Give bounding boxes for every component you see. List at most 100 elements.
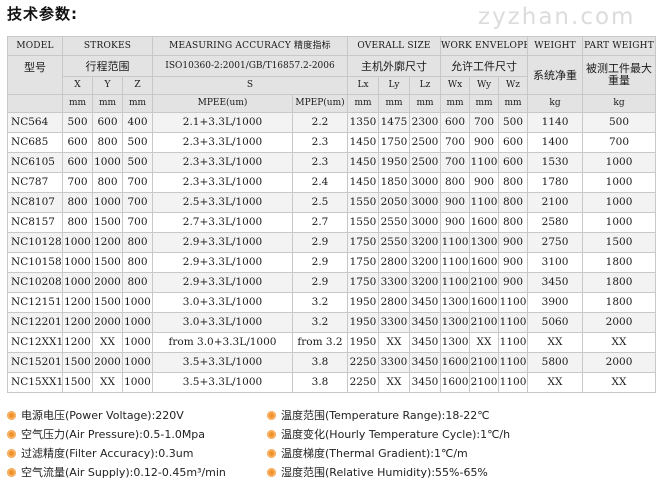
cell-model: NC10128 (7, 232, 63, 253)
cell-x: 500 (62, 112, 93, 133)
bullet-icon (267, 449, 276, 458)
cell-model: NC12XX10 (7, 332, 63, 353)
cell-mpee: 2.5+3.3L/1000 (152, 192, 293, 213)
cell-x: 600 (62, 132, 93, 153)
cell-y: 2000 (92, 272, 123, 293)
cell-wx: 900 (440, 212, 471, 233)
cell-weight: 3100 (527, 252, 584, 273)
note-item: 电源电压(Power Voltage):220V (7, 406, 267, 425)
cell-mpee: 3.0+3.3L/1000 (152, 312, 293, 333)
cell-weight: 1400 (527, 132, 584, 153)
cell-model: NC8107 (7, 192, 63, 213)
table-row: NC685 600 800 500 2.3+3.3L/1000 2.3 1450 1750 25… (7, 132, 657, 153)
note-text: 空气流量(Air Supply):0.12-0.45m³/min (21, 466, 226, 479)
cell-wy: 1100 (469, 192, 500, 213)
cell-lx: 2250 (347, 352, 379, 373)
cell-lx: 2250 (347, 372, 379, 393)
cell-part: 2000 (582, 352, 657, 373)
cell-model: NC787 (7, 172, 63, 193)
header-s: S (152, 76, 348, 95)
cell-model: NC15XX10 (7, 372, 63, 393)
cell-wy: 2100 (469, 312, 500, 333)
header-x: X (62, 76, 93, 95)
cell-y: 800 (92, 172, 123, 193)
cell-wx: 700 (440, 152, 471, 173)
cell-weight: XX (527, 372, 584, 393)
cell-wz: 800 (498, 212, 529, 233)
cell-lx: 1750 (347, 272, 379, 293)
cell-mpee: 2.7+3.3L/1000 (152, 212, 293, 233)
cell-z: 1000 (122, 332, 153, 353)
cell-wx: 1100 (440, 252, 471, 273)
cell-wz: 900 (498, 272, 529, 293)
cell-lx: 1550 (347, 192, 379, 213)
note-item: 过滤精度(Filter Accuracy):0.3um (7, 444, 267, 463)
cell-x: 1500 (62, 352, 93, 373)
cell-wz: 800 (498, 192, 529, 213)
cell-mpee: 2.9+3.3L/1000 (152, 252, 293, 273)
cell-z: 400 (122, 112, 153, 133)
page-title: 技术参数: (7, 5, 78, 23)
header-model-zh: 型号 (7, 55, 63, 95)
header-accuracy: MEASURING ACCURACY 精度指标 (152, 36, 348, 56)
note-text: 湿度范围(Relative Humidity):55%-65% (281, 466, 488, 479)
cell-wx: 1300 (440, 312, 471, 333)
header-work-envelope: WORK ENVELOPE (440, 36, 529, 56)
cell-z: 700 (122, 172, 153, 193)
cell-y: 1500 (92, 252, 123, 273)
cell-wy: 1100 (469, 152, 500, 173)
cell-mpep: 2.9 (292, 252, 348, 273)
cell-ly: 3300 (378, 352, 410, 373)
table-row: NC10158 1000 1500 800 2.9+3.3L/1000 2.9 1750 28… (7, 252, 657, 273)
cell-part: 1000 (582, 192, 657, 213)
cell-x: 1200 (62, 312, 93, 333)
cell-model: NC10158 (7, 252, 63, 273)
table-row: NC15XX101500XX10003.5+3.3L/10003.82250XX… (7, 372, 657, 393)
bullet-icon (267, 430, 276, 439)
header-y: Y (92, 76, 123, 95)
spec-table: MODEL STROKES MEASURING ACCURACY 精度指标 OV… (7, 36, 657, 393)
cell-wz: 800 (498, 172, 529, 193)
unit-part-weight: kg (582, 94, 657, 113)
cell-ly: 2550 (378, 232, 410, 253)
note-text: 温度范围(Temperature Range):18-22℃ (281, 409, 490, 422)
cell-lz: 3200 (408, 252, 442, 273)
cell-x: 800 (62, 192, 93, 213)
cell-mpee: 3.5+3.3L/1000 (152, 352, 293, 373)
note-text: 温度变化(Hourly Temperature Cycle):1℃/h (281, 428, 511, 441)
cell-part: XX (582, 332, 657, 353)
cell-mpep: 2.9 (292, 272, 348, 293)
cell-y: XX (92, 332, 123, 353)
table-row: NC10128 1000 1200 800 2.9+3.3L/1000 2.9 1750 25… (7, 232, 657, 253)
header-wx: Wx (440, 76, 471, 95)
cell-mpep: 3.8 (292, 352, 348, 373)
table-row: NC12XX101200XX1000from 3.0+3.3L/1000from… (7, 332, 657, 353)
cell-part: 1800 (582, 252, 657, 273)
header-part-weight: PART WEIGHT (582, 36, 657, 56)
unit-mpee: MPEE(um) (152, 94, 293, 113)
cell-wy: 1600 (469, 252, 500, 273)
cell-lx: 1950 (347, 312, 379, 333)
cell-wx: 600 (440, 112, 471, 133)
cell-ly: 1750 (378, 132, 410, 153)
cell-lx: 1550 (347, 212, 379, 233)
cell-weight: 1140 (527, 112, 584, 133)
cell-x: 1000 (62, 272, 93, 293)
cell-weight: 1530 (527, 152, 584, 173)
header-part-weight-zh: 被测工件最大重量 (582, 55, 657, 95)
cell-lz: 3450 (408, 352, 442, 373)
header-strokes-zh: 行程范围 (62, 55, 153, 77)
cell-lz: 3450 (408, 292, 442, 313)
cell-weight: 3450 (527, 272, 584, 293)
cell-mpep: 2.2 (292, 112, 348, 133)
cell-wx: 900 (440, 192, 471, 213)
unit-x: mm (62, 94, 93, 113)
note-text: 电源电压(Power Voltage):220V (21, 409, 184, 422)
cell-x: 1500 (62, 372, 93, 393)
cell-lz: 3450 (408, 372, 442, 393)
cell-y: 1000 (92, 192, 123, 213)
header-work-envelope-zh: 允许工件尺寸 (440, 55, 529, 77)
unit-weight: kg (527, 94, 584, 113)
cell-mpep: 3.2 (292, 292, 348, 313)
cell-wx: 1100 (440, 232, 471, 253)
